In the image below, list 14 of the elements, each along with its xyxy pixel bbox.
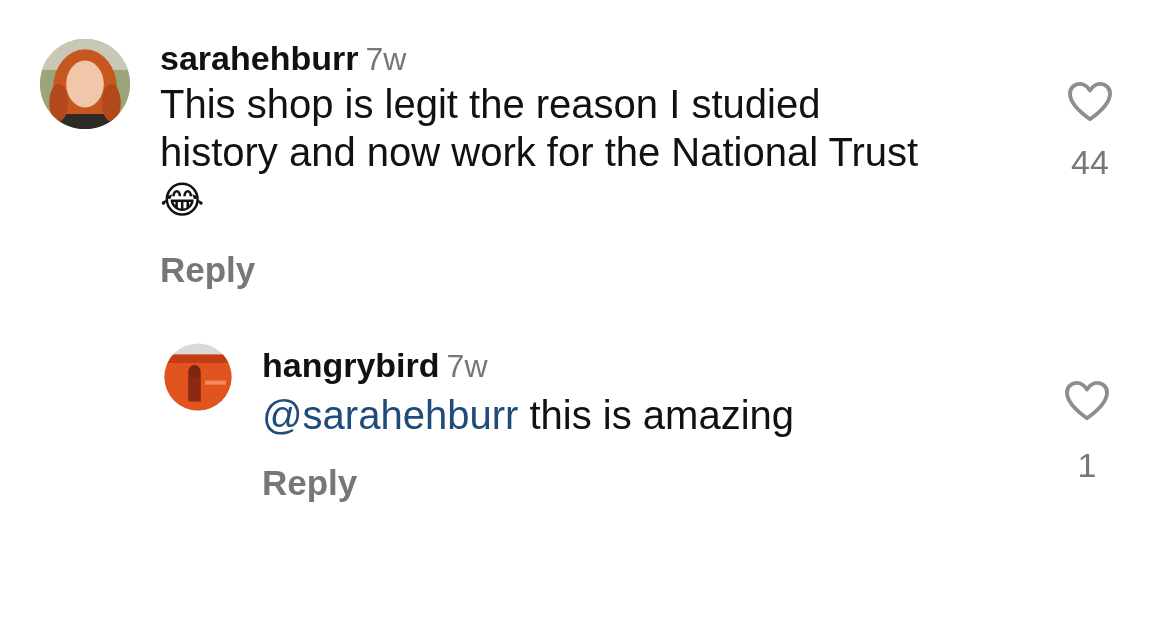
like-count: 44 (1071, 143, 1109, 182)
heart-icon[interactable] (1064, 380, 1110, 422)
reply-button[interactable]: Reply (160, 250, 256, 290)
heart-icon[interactable] (1067, 81, 1113, 123)
like-count: 1 (1077, 446, 1097, 485)
comment-text: @sarahehburr this is amazing (262, 392, 796, 439)
reply-button[interactable]: Reply (262, 463, 358, 503)
username-link[interactable]: sarahehburr (160, 39, 359, 78)
comment-time: 7w (365, 41, 407, 78)
mention-link[interactable]: @sarahehburr (262, 393, 519, 437)
comment-time: 7w (446, 348, 488, 385)
emoji: 😂 (160, 177, 206, 224)
comment-text: This shop is legit the reason I studied history and now work for the National Trust (160, 81, 920, 176)
username-link[interactable]: hangrybird (262, 346, 440, 385)
